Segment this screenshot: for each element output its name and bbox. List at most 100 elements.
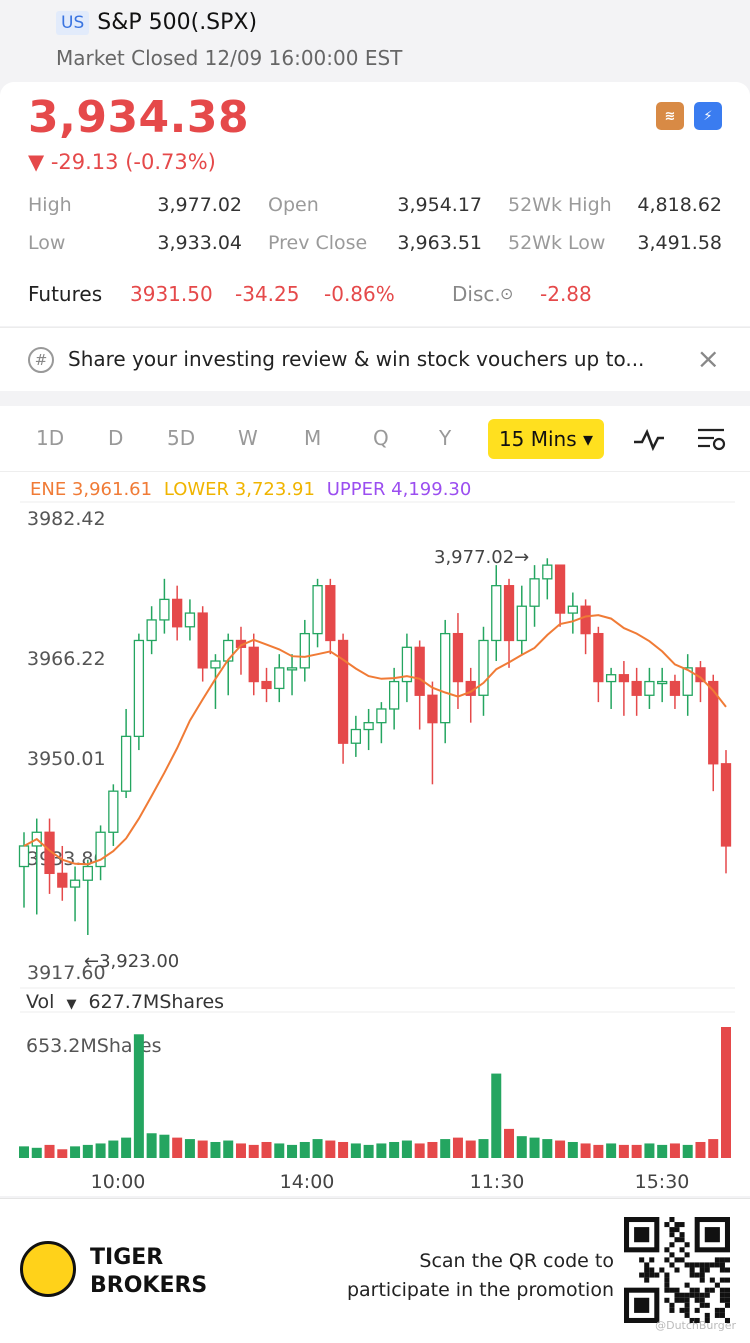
candle-body: [146, 619, 157, 642]
volume-bar: [542, 1139, 553, 1158]
stat-value: 4,818.62: [637, 194, 722, 216]
tab-d[interactable]: D: [108, 426, 123, 450]
volume-label: Vol: [26, 991, 55, 1013]
candle-body: [388, 680, 400, 710]
chart-settings-icon[interactable]: [696, 424, 728, 454]
volume-bar: [44, 1144, 55, 1158]
candle-body: [159, 598, 170, 621]
volume-bar: [287, 1144, 298, 1158]
candle-body: [57, 872, 68, 888]
volume-header[interactable]: Vol ▼ 627.7MShares: [26, 991, 224, 1013]
volume-bar: [121, 1137, 132, 1158]
candle-body: [108, 790, 119, 833]
volume-bar: [146, 1133, 157, 1158]
candle-body: [261, 680, 272, 690]
tab-15-mins[interactable]: 15 Mins ▾: [488, 419, 604, 459]
info-icon[interactable]: ⊙: [500, 284, 513, 303]
candle-body: [478, 639, 489, 696]
candle-body: [337, 639, 349, 744]
disc-label: Disc.: [452, 282, 501, 306]
candle-body: [274, 667, 285, 690]
volume-bar: [504, 1128, 515, 1158]
x-axis-label: 15:30: [635, 1171, 690, 1193]
futures-change: -34.25: [235, 282, 300, 306]
brand-line-1: TIGER: [90, 1245, 164, 1270]
disc-value: -2.88: [540, 282, 592, 306]
volume-bar: [529, 1137, 540, 1158]
line-chart-icon[interactable]: [632, 424, 666, 454]
chart-card: 1D D 5D W M Q Y 15 Mins ▾ ENE 3,961.61 L…: [0, 406, 750, 1196]
volume-bar: [95, 1143, 106, 1158]
volume-bar: [618, 1144, 629, 1158]
tab-1d[interactable]: 1D: [36, 426, 64, 450]
stat-label: Prev Close: [268, 232, 368, 254]
watermark: @DutchBurger: [655, 1319, 736, 1332]
volume-bar: [516, 1136, 527, 1158]
tiger-logo-icon: [20, 1241, 76, 1297]
x-axis-label: 10:00: [91, 1171, 146, 1193]
quote-card: 3,934.38 ▼ -29.13 (-0.73%) ≋ ⚡ High 3,97…: [0, 82, 750, 326]
candle-body: [605, 674, 617, 683]
volume-bar: [363, 1144, 374, 1158]
stats-grid: High 3,977.02 Open 3,954.17 52Wk High 4,…: [28, 194, 722, 270]
candle-body: [223, 639, 234, 662]
volume-bar: [350, 1143, 361, 1158]
volume-bar: [31, 1147, 42, 1158]
tab-5d[interactable]: 5D: [167, 426, 195, 450]
quote-icons: ≋ ⚡: [656, 102, 722, 130]
volume-bar: [19, 1146, 29, 1158]
tab-m[interactable]: M: [304, 426, 321, 450]
volume-bar: [312, 1139, 323, 1158]
stat-label: 52Wk High: [508, 194, 612, 216]
promo-text[interactable]: Share your investing review & win stock …: [68, 347, 644, 371]
volume-bar: [440, 1139, 451, 1158]
candle-body: [69, 879, 81, 888]
futures-price: 3931.50: [130, 282, 213, 306]
scan-line-1: Scan the QR code to: [419, 1250, 614, 1272]
candle-body: [184, 612, 196, 628]
close-icon[interactable]: ×: [697, 342, 720, 375]
stats-row-1: High 3,977.02 Open 3,954.17 52Wk High 4,…: [28, 194, 722, 232]
volume-bar: [491, 1073, 502, 1158]
volume-bar: [414, 1143, 425, 1158]
tab-w[interactable]: W: [238, 426, 258, 450]
candle-body: [720, 763, 732, 847]
scan-text: Scan the QR code to participate in the p…: [347, 1247, 614, 1305]
volume-bar: [580, 1143, 591, 1158]
futures-row[interactable]: Futures 3931.50 -34.25 -0.86% Disc. ⊙ -2…: [28, 282, 728, 310]
stat-label: High: [28, 194, 72, 216]
tab-q[interactable]: Q: [373, 426, 389, 450]
qr-code-icon: [624, 1217, 730, 1323]
last-price: 3,934.38: [28, 92, 250, 143]
volume-bar: [274, 1143, 285, 1158]
layers-level-icon[interactable]: ≋: [656, 102, 684, 130]
x-axis-label: 14:00: [280, 1171, 335, 1193]
candlestick-chart[interactable]: 3982.423966.223950.013933.803917.60 3,97…: [0, 472, 750, 1196]
candle-body: [18, 845, 30, 868]
tab-y[interactable]: Y: [439, 426, 451, 450]
market-badge: US: [56, 10, 90, 35]
volume-bar: [669, 1143, 680, 1158]
promo-footer: TIGER BROKERS Scan the QR code to partic…: [0, 1198, 750, 1343]
lightning-level-icon[interactable]: ⚡: [694, 102, 722, 130]
volume-value: 627.7MShares: [88, 991, 225, 1013]
price-change: ▼ -29.13 (-0.73%): [28, 150, 216, 174]
candle-body: [657, 680, 668, 685]
candle-body: [593, 632, 604, 683]
brand-line-2: BROKERS: [90, 1273, 208, 1298]
volume-bar: [184, 1139, 195, 1158]
candle-body: [172, 598, 183, 628]
candle-body: [440, 632, 451, 724]
candle-body: [210, 660, 221, 669]
stat-label: Low: [28, 232, 66, 254]
chevron-down-icon: ▼: [66, 997, 77, 1012]
candle-body: [363, 722, 374, 731]
promo-banner[interactable]: # Share your investing review & win stoc…: [0, 327, 750, 391]
candle-body: [580, 605, 591, 635]
candle-body: [491, 585, 502, 642]
volume-bar: [376, 1143, 387, 1158]
candle-body: [567, 605, 578, 614]
stats-row-2: Low 3,933.04 Prev Close 3,963.51 52Wk Lo…: [28, 232, 722, 270]
hashtag-icon: #: [28, 347, 54, 373]
volume-bar: [223, 1140, 234, 1158]
